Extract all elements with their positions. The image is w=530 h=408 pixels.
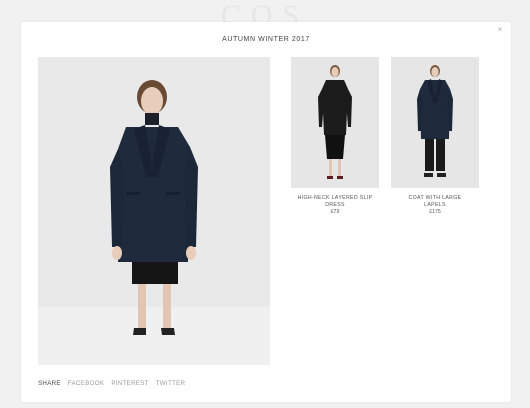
product-price: £175	[429, 209, 441, 215]
product-image[interactable]	[391, 57, 479, 188]
product-image[interactable]	[291, 57, 379, 188]
product-name[interactable]: HIGH-NECK LAYERED SLIP DRESS	[291, 195, 379, 209]
product-price: £79	[330, 209, 340, 215]
main-look-image	[38, 57, 270, 365]
model-full-look-illustration	[38, 57, 270, 365]
modal-title: AUTUMN WINTER 2017	[222, 36, 310, 43]
close-button[interactable]: ×	[495, 25, 505, 35]
share-pinterest-link[interactable]: PINTEREST	[111, 380, 148, 387]
model-dress-illustration	[291, 57, 379, 188]
share-facebook-link[interactable]: FACEBOOK	[68, 380, 104, 387]
close-icon: ×	[497, 25, 503, 34]
model-coat-illustration	[391, 57, 479, 188]
product-card-slip-dress[interactable]: HIGH-NECK LAYERED SLIP DRESS £79	[291, 57, 379, 216]
lookbook-modal: AUTUMN WINTER 2017 × HIGH-NECK LAYERED S…	[21, 22, 511, 402]
product-card-coat[interactable]: COAT WITH LARGE LAPELS £175	[391, 57, 479, 216]
share-twitter-link[interactable]: TWITTER	[156, 380, 186, 387]
product-name[interactable]: COAT WITH LARGE LAPELS	[391, 195, 479, 209]
share-bar: SHARE FACEBOOK PINTEREST TWITTER	[38, 380, 190, 387]
share-label: SHARE	[38, 380, 61, 387]
